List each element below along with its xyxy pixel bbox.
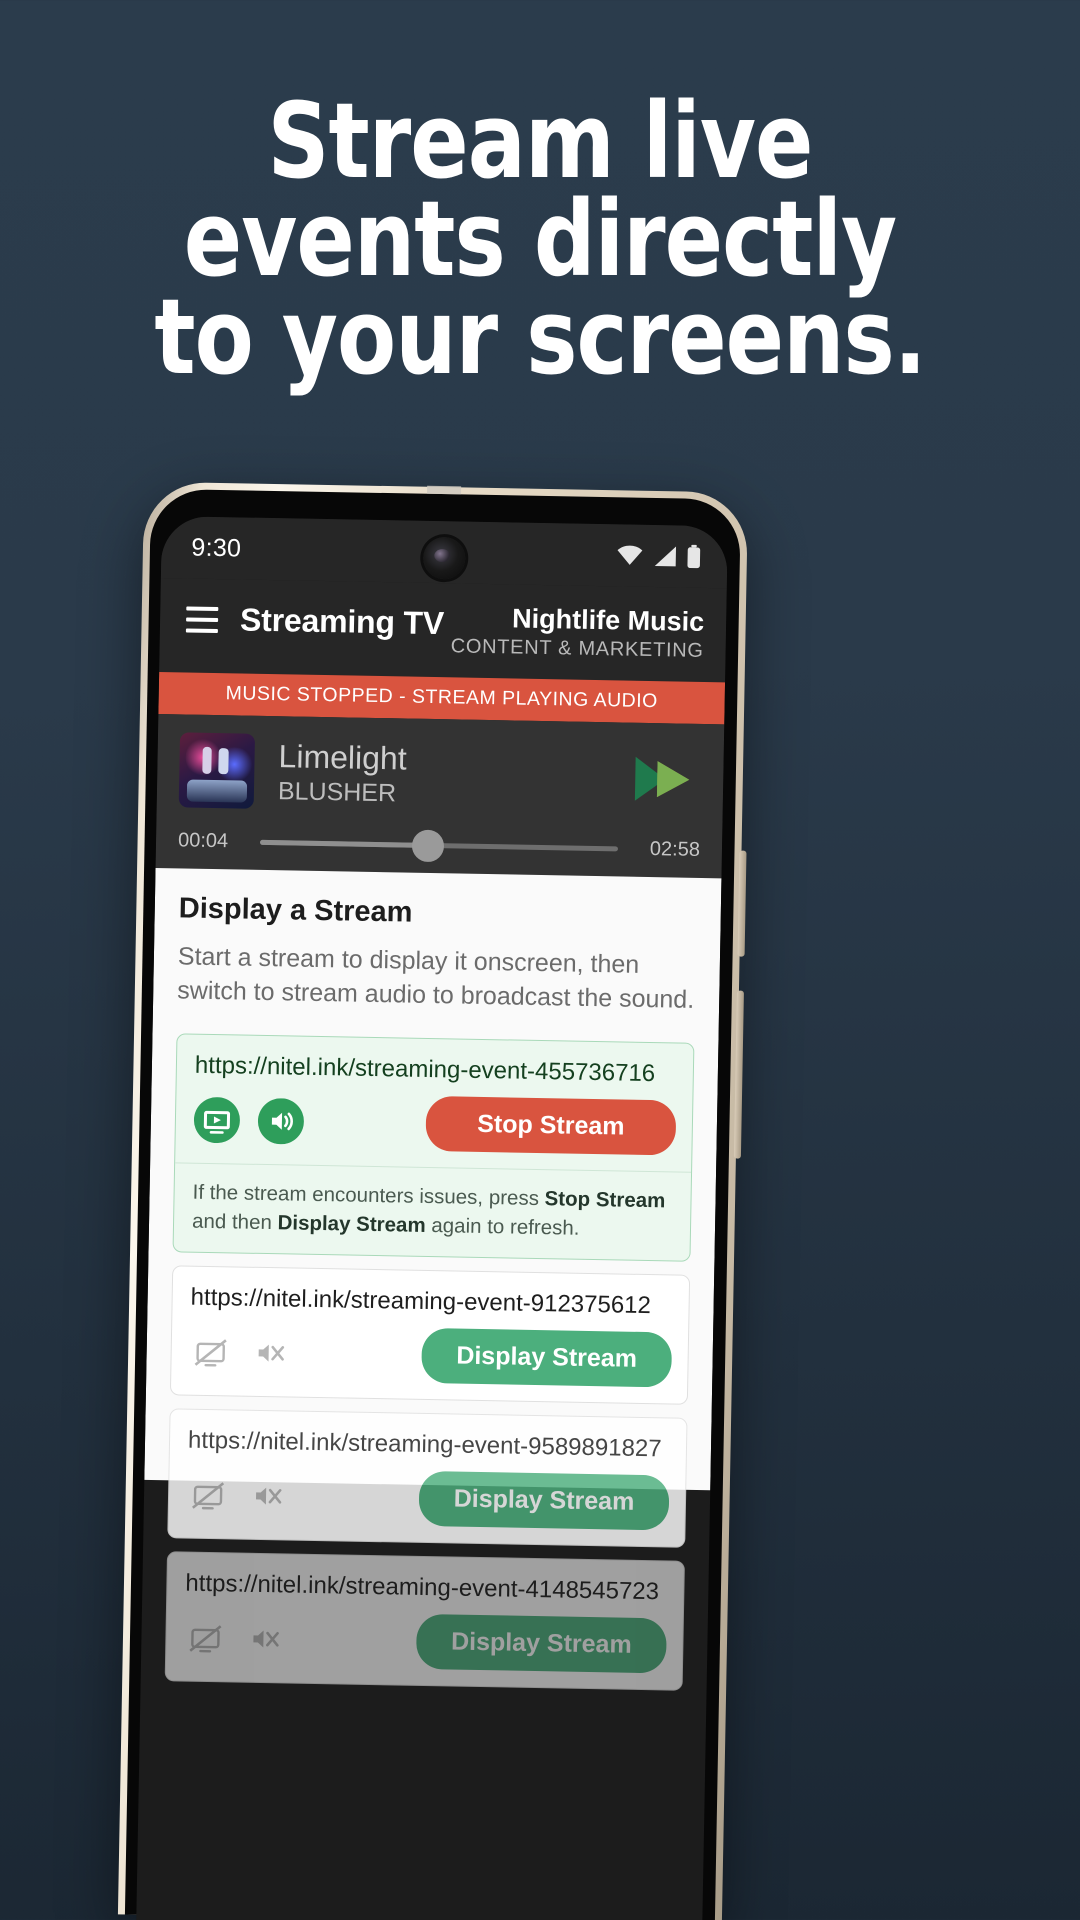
stream-list: https://nitel.ink/streaming-event-455736… bbox=[164, 1033, 695, 1691]
hint-suffix: again to refresh. bbox=[425, 1213, 580, 1240]
elapsed-time: 00:04 bbox=[177, 829, 229, 853]
battery-icon bbox=[687, 544, 701, 569]
track-title: Limelight bbox=[278, 737, 407, 777]
app-bar: Streaming TV Nightlife Music CONTENT & M… bbox=[159, 577, 727, 683]
panel-description: Start a stream to display it onscreen, t… bbox=[177, 942, 695, 1014]
stream-card-row: Display Stream bbox=[166, 1601, 683, 1689]
play-icon[interactable] bbox=[631, 750, 696, 807]
track-artist: BLUSHER bbox=[277, 776, 397, 807]
signal-icon bbox=[654, 546, 677, 567]
stream-icons bbox=[187, 1473, 290, 1517]
stream-card[interactable]: https://nitel.ink/streaming-event-958989… bbox=[167, 1408, 688, 1548]
stream-panel: Display a Stream Start a stream to displ… bbox=[144, 867, 722, 1691]
status-time: 9:30 bbox=[191, 533, 242, 562]
tv-off-icon[interactable] bbox=[189, 1330, 232, 1373]
seek-track[interactable] bbox=[259, 829, 619, 862]
display-stream-button[interactable]: Display Stream bbox=[418, 1470, 670, 1531]
account-subtitle: CONTENT & MARKETING bbox=[450, 635, 704, 662]
status-icons bbox=[616, 543, 701, 569]
hint-prefix: If the stream encounters issues, press bbox=[192, 1180, 545, 1211]
wifi-icon bbox=[617, 545, 643, 565]
now-playing-row: Limelight BLUSHER bbox=[178, 732, 702, 817]
volume-on-icon[interactable] bbox=[257, 1097, 305, 1144]
headline-line-1: Stream live bbox=[267, 80, 813, 202]
status-bar: 9:30 bbox=[160, 516, 728, 589]
seek-thumb[interactable] bbox=[411, 829, 445, 862]
phone-screen: 9:30 Streaming TV Nightlife Music CONTEN… bbox=[136, 516, 728, 1920]
stream-card[interactable]: https://nitel.ink/streaming-event-414854… bbox=[164, 1551, 685, 1691]
volume-off-icon[interactable] bbox=[244, 1617, 287, 1660]
stream-icons bbox=[193, 1096, 305, 1144]
antenna-line bbox=[427, 485, 462, 495]
seek-bar[interactable]: 00:04 02:58 bbox=[178, 807, 701, 878]
now-playing-bar: Limelight BLUSHER 00:04 02:58 bbox=[155, 713, 725, 879]
duration-time: 02:58 bbox=[649, 837, 701, 861]
stream-icons bbox=[184, 1616, 287, 1660]
stream-hint: If the stream encounters issues, press S… bbox=[173, 1162, 692, 1261]
power-button[interactable] bbox=[737, 850, 747, 957]
stop-stream-button[interactable]: Stop Stream bbox=[425, 1095, 677, 1156]
stream-card-row: Display Stream bbox=[171, 1315, 688, 1403]
phone-mockup: 9:30 Streaming TV Nightlife Music CONTEN… bbox=[117, 481, 751, 1920]
account-name: Nightlife Music bbox=[511, 603, 705, 637]
stream-card-active[interactable]: https://nitel.ink/streaming-event-455736… bbox=[172, 1033, 695, 1262]
account-block[interactable]: Nightlife Music CONTENT & MARKETING bbox=[450, 599, 705, 664]
stream-card-row: Stop Stream bbox=[175, 1083, 692, 1171]
hint-bold-stop: Stop Stream bbox=[544, 1187, 666, 1213]
tv-on-icon[interactable] bbox=[193, 1096, 241, 1143]
stream-card-row: Display Stream bbox=[168, 1458, 685, 1546]
stream-icons bbox=[189, 1330, 292, 1374]
app-bar-left: Streaming TV bbox=[185, 594, 445, 642]
panel-title: Display a Stream bbox=[178, 892, 413, 929]
volume-off-icon[interactable] bbox=[249, 1331, 292, 1374]
stream-card[interactable]: https://nitel.ink/streaming-event-912375… bbox=[169, 1265, 691, 1405]
front-camera-icon bbox=[422, 536, 466, 580]
headline-line-2: events directly bbox=[183, 178, 897, 300]
app-title: Streaming TV bbox=[239, 601, 445, 642]
seek-fill bbox=[259, 839, 429, 848]
hint-bold-display: Display Stream bbox=[277, 1211, 426, 1237]
headline-line-3: to your screens. bbox=[154, 276, 926, 398]
now-playing-text: Limelight BLUSHER bbox=[254, 736, 632, 813]
display-stream-button[interactable]: Display Stream bbox=[415, 1613, 667, 1674]
album-art bbox=[178, 732, 256, 809]
volume-off-icon[interactable] bbox=[247, 1474, 290, 1517]
page-title: Stream live events directly to your scre… bbox=[43, 80, 1037, 398]
hamburger-menu-icon[interactable] bbox=[185, 605, 219, 633]
volume-button[interactable] bbox=[733, 990, 744, 1159]
tv-off-icon[interactable] bbox=[187, 1473, 230, 1516]
tv-off-icon[interactable] bbox=[184, 1616, 227, 1659]
hint-middle: and then bbox=[191, 1209, 278, 1235]
display-stream-button[interactable]: Display Stream bbox=[421, 1327, 673, 1388]
